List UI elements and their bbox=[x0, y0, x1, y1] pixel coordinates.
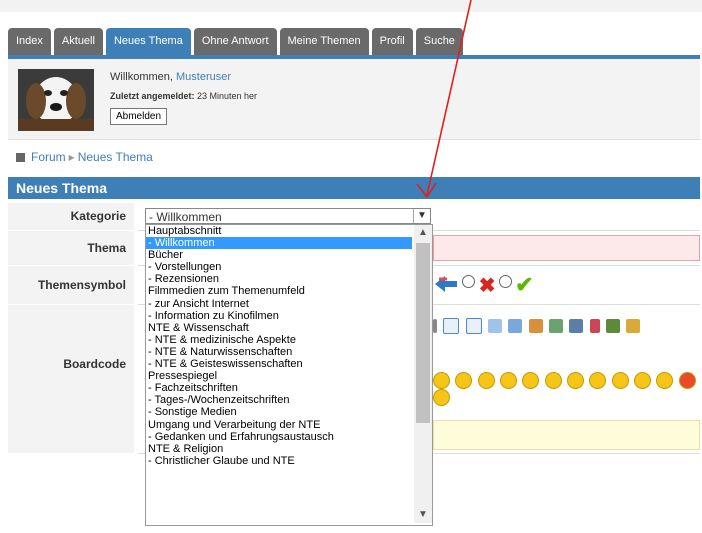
welcome-text: Willkommen, Musteruser bbox=[110, 71, 232, 83]
dropdown-option[interactable]: - Fachzeitschriften bbox=[146, 382, 412, 394]
dropdown-option[interactable]: Bücher bbox=[146, 249, 412, 261]
toolbar-divider bbox=[433, 319, 437, 333]
dropdown-option[interactable]: - NTE & Naturwissenschaften bbox=[146, 346, 412, 358]
chevron-down-icon[interactable]: ▼ bbox=[414, 507, 432, 523]
main-tabs: Index Aktuell Neues Thema Ohne Antwort Meine… bbox=[8, 28, 463, 55]
breadcrumb-arrow-icon: ▸ bbox=[68, 150, 75, 164]
smiley-icon[interactable] bbox=[522, 372, 540, 389]
tab-profil[interactable]: Profil bbox=[371, 28, 413, 55]
dropdown-option[interactable]: Filmmedien zum Themenumfeld bbox=[146, 285, 412, 297]
smiley-icon[interactable] bbox=[544, 372, 562, 389]
scroll-thumb[interactable] bbox=[416, 243, 430, 423]
dropdown-option[interactable]: - Willkommen bbox=[146, 237, 412, 250]
dropdown-option[interactable]: - Vorstellungen bbox=[146, 261, 412, 273]
smiley-row bbox=[433, 372, 698, 406]
dropdown-option[interactable]: - NTE & medizinische Aspekte bbox=[146, 334, 412, 346]
username-link[interactable]: Musteruser bbox=[176, 71, 231, 83]
kategorie-dropdown: Hauptabschnitt - Willkommen Bücher - Vorste… bbox=[145, 224, 433, 526]
dropdown-option[interactable]: - Tages-/Wochenzeitschriften bbox=[146, 394, 412, 406]
devil-smiley-icon[interactable] bbox=[678, 372, 696, 389]
table-icon[interactable] bbox=[626, 319, 641, 333]
thema-input[interactable] bbox=[433, 235, 700, 261]
cross-icon: ✖ bbox=[478, 274, 496, 297]
smiley-icon[interactable] bbox=[634, 372, 652, 389]
dropdown-option[interactable]: Pressespiegel bbox=[146, 370, 412, 382]
label-thema: Thema bbox=[8, 231, 134, 265]
dropdown-scrollbar[interactable]: ▲ ▼ bbox=[414, 225, 432, 523]
dropdown-option[interactable]: Hauptabschnitt bbox=[146, 225, 412, 237]
dropdown-option[interactable]: Umgang und Verarbeitung der NTE bbox=[146, 419, 412, 431]
dropdown-option[interactable]: - Rezensionen bbox=[146, 273, 412, 285]
message-hint-box bbox=[433, 420, 700, 450]
smiley-icon[interactable] bbox=[433, 372, 450, 389]
list-icon[interactable] bbox=[488, 319, 503, 333]
dropdown-option[interactable]: NTE & Wissenschaft bbox=[146, 322, 412, 334]
dropdown-option[interactable]: - Christlicher Glaube und NTE bbox=[146, 455, 412, 467]
smiley-icon[interactable] bbox=[455, 372, 473, 389]
smiley-icon[interactable] bbox=[477, 372, 495, 389]
smiley-icon[interactable] bbox=[433, 389, 450, 406]
topic-icons: ✖ ✔ bbox=[433, 272, 534, 297]
dropdown-option[interactable]: NTE & Religion bbox=[146, 443, 412, 455]
breadcrumb-current[interactable]: Neues Thema bbox=[78, 150, 153, 164]
tab-ohne-antwort[interactable]: Ohne Antwort bbox=[193, 28, 277, 55]
email-icon[interactable] bbox=[549, 319, 564, 333]
smiley-icon[interactable] bbox=[500, 372, 518, 389]
check-icon: ✔ bbox=[515, 272, 534, 297]
boardcode-toolbar bbox=[433, 318, 698, 340]
dropdown-option[interactable]: - Sonstige Medien bbox=[146, 406, 412, 418]
smiley-icon[interactable] bbox=[656, 372, 674, 389]
avatar bbox=[18, 69, 94, 131]
code-icon[interactable] bbox=[465, 318, 482, 334]
image-icon[interactable] bbox=[508, 319, 523, 333]
tab-meine-themen[interactable]: Meine Themen bbox=[279, 28, 369, 55]
logout-button[interactable]: Abmelden bbox=[110, 108, 168, 125]
breadcrumb: Forum ▸ Neues Thema bbox=[8, 145, 700, 169]
symbol-radio-1[interactable] bbox=[462, 275, 476, 289]
user-icon[interactable] bbox=[528, 319, 543, 333]
chevron-down-icon[interactable]: ▼ bbox=[413, 209, 430, 223]
color-icon[interactable] bbox=[589, 319, 600, 333]
quote-icon[interactable] bbox=[443, 318, 460, 334]
film-icon[interactable] bbox=[606, 319, 621, 333]
tab-index[interactable]: Index bbox=[8, 28, 51, 55]
tab-neues-thema[interactable]: Neues Thema bbox=[105, 28, 191, 55]
top-strip bbox=[0, 0, 702, 12]
dropdown-options: Hauptabschnitt - Willkommen Bücher - Vorste… bbox=[146, 225, 412, 467]
chevron-up-icon[interactable]: ▲ bbox=[414, 225, 432, 241]
label-boardcode: Boardcode bbox=[8, 305, 134, 453]
kategorie-select[interactable]: - Willkommen ▼ bbox=[145, 208, 431, 224]
tab-suche[interactable]: Suche bbox=[415, 28, 463, 55]
smiley-icon[interactable] bbox=[611, 372, 629, 389]
smiley-icon[interactable] bbox=[567, 372, 585, 389]
label-themensymbol: Themensymbol bbox=[8, 266, 134, 304]
symbol-radio-2[interactable] bbox=[498, 275, 512, 289]
label-kategorie: Kategorie bbox=[8, 203, 134, 230]
dropdown-option[interactable]: - Information zu Kinofilmen bbox=[146, 310, 412, 322]
forum-icon bbox=[16, 153, 25, 163]
user-panel: Willkommen, Musteruser Zuletzt angemelde… bbox=[8, 59, 700, 140]
panel-title: Neues Thema bbox=[8, 177, 700, 199]
last-login: Zuletzt angemeldet: 23 Minuten her bbox=[110, 91, 258, 101]
dropdown-option[interactable]: - Gedanken und Erfahrungsaustausch bbox=[146, 431, 412, 443]
tab-aktuell[interactable]: Aktuell bbox=[53, 28, 103, 55]
link-icon[interactable] bbox=[569, 319, 584, 333]
dropdown-option[interactable]: - NTE & Geisteswissenschaften bbox=[146, 358, 412, 370]
breadcrumb-forum[interactable]: Forum bbox=[31, 150, 66, 164]
smiley-icon[interactable] bbox=[589, 372, 607, 389]
arrow-icon bbox=[433, 273, 459, 298]
dropdown-option[interactable]: - zur Ansicht Internet bbox=[146, 298, 412, 310]
